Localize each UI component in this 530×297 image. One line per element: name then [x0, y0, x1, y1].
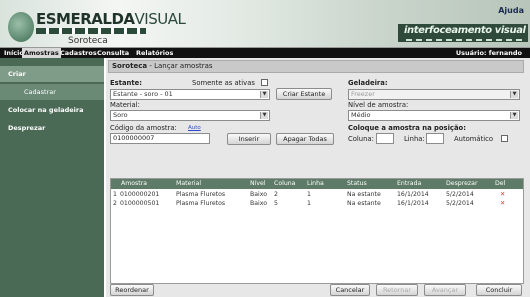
linha-label: Linha: — [404, 135, 425, 143]
cancelar-button[interactable]: Cancelar — [330, 284, 370, 296]
posicao-label: Coloque a amostra na posição: — [348, 124, 466, 132]
page-title-rest: - Lançar amostras — [147, 62, 213, 70]
nivel-select-value: Médio — [351, 111, 371, 119]
cell-status: Na estante — [347, 191, 381, 198]
cell-material: Plasma Fluretos — [176, 191, 226, 198]
chevron-down-icon: ▼ — [260, 112, 268, 119]
sidebar-item-criar[interactable]: Criar — [0, 66, 104, 82]
linha-input[interactable] — [426, 133, 444, 144]
menu-item-relatorios[interactable]: Relatórios — [134, 48, 175, 58]
menu-item-consulta[interactable]: Consulta — [95, 48, 131, 58]
auto-code-link[interactable]: Auto — [188, 125, 201, 131]
nivel-select[interactable]: Médio ▼ — [348, 110, 520, 121]
col-coluna[interactable]: Coluna — [274, 179, 295, 189]
cell-entrada: 16/1/2014 — [397, 200, 429, 207]
logo-main: ESMERALDA — [36, 10, 135, 28]
estante-select-value: Estante - soro - 01 — [113, 90, 173, 98]
retornar-button: Retornar — [376, 284, 418, 296]
automatico-checkbox[interactable] — [501, 135, 508, 142]
codigo-input[interactable]: 0100000007 — [110, 133, 210, 144]
apagar-todas-button[interactable]: Apagar Todas — [276, 133, 334, 145]
delete-icon[interactable]: ✕ — [500, 190, 505, 199]
material-select-value: Soro — [113, 111, 128, 119]
cell-material: Plasma Fluretos — [176, 200, 226, 207]
cell-linha: 1 — [307, 191, 311, 198]
page-title: Soroteca - Lançar amostras — [108, 60, 524, 73]
coluna-input[interactable] — [376, 133, 394, 144]
logo-main2: VISUAL — [134, 10, 186, 28]
nivel-label: Nível de amostra: — [348, 101, 409, 109]
menu-item-amostras[interactable]: Amostras — [22, 48, 61, 58]
delete-icon[interactable]: ✕ — [500, 199, 505, 208]
table-header: Amostra Material Nível Coluna Linha Stat… — [111, 179, 523, 189]
samples-table: Amostra Material Nível Coluna Linha Stat… — [110, 178, 524, 284]
menu-item-cadastros[interactable]: Cadastros — [58, 48, 99, 58]
coluna-label: Coluna: — [348, 135, 374, 143]
partner-logo: interfoceamento visual — [398, 24, 528, 42]
automatico-label: Automático — [454, 135, 494, 143]
inserir-button[interactable]: Inserir — [227, 133, 271, 145]
col-entrada[interactable]: Entrada — [397, 179, 421, 189]
avancar-button: Avançar — [424, 284, 466, 296]
user-label: Usuário: fernando — [455, 49, 522, 57]
page-title-bold: Soroteca — [112, 62, 148, 70]
sidebar-item-cadastrar[interactable]: Cadastrar — [0, 84, 104, 100]
row-number: 1 — [113, 191, 117, 198]
logo-swirl-icon — [8, 12, 34, 42]
codigo-label: Código da amostra: — [110, 124, 177, 132]
geladeira-label: Geladeira: — [348, 79, 388, 87]
material-select[interactable]: Soro ▼ — [110, 110, 270, 121]
concluir-button[interactable]: Concluir — [476, 284, 522, 296]
reordenar-button[interactable]: Reordenar — [110, 284, 154, 296]
col-linha[interactable]: Linha — [307, 179, 324, 189]
chevron-down-icon: ▼ — [510, 112, 518, 119]
cell-nivel: Baixo — [250, 200, 268, 207]
chevron-down-icon: ▼ — [510, 91, 518, 98]
chevron-down-icon: ▼ — [260, 91, 268, 98]
cell-coluna: 5 — [274, 200, 278, 207]
logo-subtitle: Soroteca — [68, 36, 108, 46]
col-nivel[interactable]: Nível — [250, 179, 266, 189]
only-active-checkbox[interactable] — [261, 79, 268, 86]
cell-coluna: 2 — [274, 191, 278, 198]
estante-label: Estante: — [110, 79, 142, 87]
table-row[interactable]: 1 0100000201 Plasma Fluretos Baixo 2 1 N… — [111, 190, 523, 199]
col-desprezar[interactable]: Desprezar — [446, 179, 478, 189]
sidebar-item-colocar-geladeira[interactable]: Colocar na geladeira — [0, 102, 104, 118]
footer-bar: Reordenar Cancelar Retornar Avançar Conc… — [106, 284, 530, 297]
logo-strip — [36, 28, 146, 34]
help-link[interactable]: Ajuda — [498, 6, 524, 15]
sidebar-item-desprezar[interactable]: Desprezar — [0, 120, 104, 136]
col-amostra[interactable]: Amostra — [121, 179, 147, 189]
cell-desprezar: 5/2/2014 — [446, 191, 474, 198]
col-status[interactable]: Status — [347, 179, 367, 189]
sidebar: Criar Cadastrar Colocar na geladeira Des… — [0, 58, 104, 297]
main-menu: Início Amostras Cadastros Consulta Relat… — [0, 48, 530, 58]
main-panel: Soroteca - Lançar amostras Estante: Some… — [106, 58, 530, 297]
estante-select[interactable]: Estante - soro - 01 ▼ — [110, 89, 270, 100]
criar-estante-button[interactable]: Criar Estante — [276, 88, 332, 100]
row-number: 2 — [113, 200, 117, 207]
cell-nivel: Baixo — [250, 191, 268, 198]
col-material[interactable]: Material — [176, 179, 201, 189]
geladeira-select-value: Freezer — [351, 90, 375, 98]
only-active-label: Somente as ativas — [192, 79, 255, 87]
esmeralda-logo: ESMERALDAVISUAL Soroteca — [6, 4, 186, 46]
cell-amostra: 0100000501 — [120, 200, 160, 207]
partner-logo-text: interfoceamento visual — [404, 25, 526, 36]
table-row[interactable]: 2 0100000501 Plasma Fluretos Baixo 5 1 N… — [111, 199, 523, 208]
cell-status: Na estante — [347, 200, 381, 207]
cell-desprezar: 5/2/2014 — [446, 200, 474, 207]
col-del[interactable]: Del — [495, 179, 505, 189]
cell-amostra: 0100000201 — [120, 191, 160, 198]
app-header: ESMERALDAVISUAL Soroteca Ajuda interfoce… — [0, 0, 530, 48]
cell-linha: 1 — [307, 200, 311, 207]
material-label: Material: — [110, 101, 140, 109]
geladeira-select: Freezer ▼ — [348, 89, 520, 100]
cell-entrada: 16/1/2014 — [397, 191, 429, 198]
